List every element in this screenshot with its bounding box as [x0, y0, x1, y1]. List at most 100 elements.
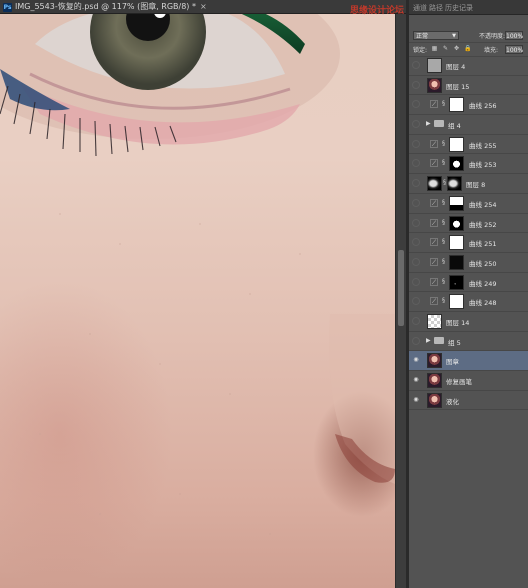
- layer-group-row[interactable]: ▶ 组 4: [409, 115, 528, 135]
- expand-arrow-icon[interactable]: ▶: [426, 120, 431, 127]
- curves-adjustment-icon: ⟋: [430, 238, 438, 247]
- layer-thumbnail[interactable]: [427, 58, 442, 73]
- expand-arrow-icon[interactable]: ▶: [426, 337, 431, 344]
- layer-row[interactable]: ⟋ § 曲线 255: [409, 135, 528, 155]
- layer-mask-thumbnail[interactable]: [449, 215, 464, 231]
- layer-name: 组 5: [448, 338, 461, 347]
- eye-icon[interactable]: ◉: [412, 376, 420, 384]
- layer-row[interactable]: ⟋ § 曲线 253: [409, 154, 528, 175]
- link-icon[interactable]: §: [442, 219, 445, 226]
- folder-icon: [434, 120, 444, 128]
- layer-mask-thumbnail[interactable]: [449, 97, 464, 113]
- image-canvas[interactable]: [0, 14, 395, 588]
- layer-mask-thumbnail[interactable]: [449, 195, 464, 211]
- layer-row[interactable]: 图层 4: [409, 56, 528, 76]
- layer-row[interactable]: ◉ 图章: [409, 351, 528, 371]
- eye-icon[interactable]: [412, 297, 420, 306]
- layer-name: 图层 14: [446, 318, 470, 327]
- link-icon[interactable]: §: [442, 297, 445, 304]
- chevron-down-icon: ▼: [452, 33, 456, 39]
- link-icon[interactable]: §: [442, 199, 445, 206]
- photoshop-icon: Ps: [3, 2, 12, 12]
- layer-mask-thumbnail[interactable]: [449, 254, 464, 270]
- layers-list: 图层 4 图层 15 ⟋ § 曲线 256 ▶ 组 4 ⟋ § 曲线 255 ⟋ § 曲线 253 § 图层…: [409, 56, 528, 431]
- layer-row[interactable]: ⟋ § 曲线 256: [409, 95, 528, 116]
- canvas-image: [0, 14, 395, 535]
- link-icon[interactable]: §: [442, 140, 445, 147]
- layer-row[interactable]: § 图层 8: [409, 174, 528, 194]
- eye-icon[interactable]: [412, 120, 420, 129]
- eye-icon[interactable]: [412, 218, 420, 227]
- layer-mask-thumbnail[interactable]: [449, 136, 464, 152]
- layer-mask-thumbnail[interactable]: [449, 156, 464, 172]
- tab-paths[interactable]: 路径: [429, 3, 443, 13]
- layer-mask-thumbnail[interactable]: [449, 235, 464, 251]
- lock-transparent-icon[interactable]: ▦: [431, 45, 438, 52]
- eye-icon[interactable]: [412, 159, 420, 168]
- document-tab[interactable]: Ps IMG_5543-恢复的.psd @ 117% (图章, RGB/8) * ×: [0, 0, 406, 14]
- eye-icon[interactable]: [412, 61, 420, 69]
- layer-row[interactable]: ⟋ § 曲线 251: [409, 233, 528, 253]
- layer-row[interactable]: 图层 14: [409, 312, 528, 332]
- layer-name: 修复画笔: [446, 378, 472, 386]
- layer-row[interactable]: ◉ 液化: [409, 391, 528, 411]
- fill-input[interactable]: 100%: [505, 45, 523, 54]
- layer-row[interactable]: ⟋ § 曲线 254: [409, 194, 528, 214]
- link-icon[interactable]: §: [443, 179, 446, 186]
- layer-row[interactable]: ◉ 修复画笔: [409, 371, 528, 391]
- eye-icon[interactable]: [412, 80, 420, 89]
- eye-icon[interactable]: [412, 277, 420, 286]
- blend-mode-select[interactable]: 正常 ▼: [413, 31, 459, 40]
- eye-icon[interactable]: ◉: [412, 396, 420, 404]
- opacity-input[interactable]: 100%: [505, 31, 523, 40]
- layer-row[interactable]: ⟋ § 曲线 250: [409, 253, 528, 273]
- lock-all-icon[interactable]: 🔒: [464, 45, 471, 52]
- scrollbar-thumb[interactable]: [398, 250, 404, 326]
- layer-name: 曲线 250: [469, 259, 497, 268]
- eye-icon[interactable]: ◉: [412, 356, 420, 364]
- layer-row[interactable]: 图层 15: [409, 76, 528, 96]
- link-icon[interactable]: §: [442, 238, 445, 245]
- curves-adjustment-icon: ⟋: [430, 139, 438, 148]
- layers-panel: 通道 路径 历史记录 正常 ▼ 不透明度: 100% 锁定: ▦ ✎ ✥ 🔒 填充…: [409, 0, 528, 588]
- tab-history[interactable]: 历史记录: [445, 3, 473, 13]
- layer-row[interactable]: ⟋ § 曲线 249: [409, 273, 528, 293]
- eye-icon[interactable]: [412, 198, 420, 207]
- lock-image-icon[interactable]: ✎: [442, 45, 449, 52]
- link-icon[interactable]: §: [442, 258, 445, 265]
- eye-icon[interactable]: [412, 238, 420, 247]
- layer-name: 曲线 248: [469, 299, 497, 308]
- layer-row[interactable]: ⟋ § 曲线 252: [409, 214, 528, 234]
- eye-icon[interactable]: [412, 139, 420, 148]
- curves-adjustment-icon: ⟋: [430, 198, 438, 207]
- blend-mode-value: 正常: [416, 33, 429, 40]
- layer-thumbnail[interactable]: [427, 77, 442, 93]
- layer-mask-thumbnail[interactable]: [449, 294, 464, 310]
- layer-thumbnail[interactable]: [427, 176, 442, 192]
- layer-name: 图层 4: [446, 63, 466, 71]
- eye-icon[interactable]: [412, 100, 420, 109]
- eye-icon[interactable]: [412, 179, 420, 188]
- layer-group-row[interactable]: ▶ 组 5: [409, 332, 528, 352]
- eye-icon[interactable]: [412, 316, 420, 325]
- eye-icon[interactable]: [412, 257, 420, 266]
- curves-adjustment-icon: ⟋: [430, 100, 438, 109]
- layer-mask-thumbnail[interactable]: [447, 176, 462, 192]
- tab-channels[interactable]: 通道: [413, 3, 427, 13]
- link-icon[interactable]: §: [442, 100, 445, 107]
- lock-position-icon[interactable]: ✥: [453, 45, 460, 52]
- layer-mask-thumbnail[interactable]: [449, 274, 464, 290]
- link-icon[interactable]: §: [442, 159, 445, 166]
- layer-thumbnail[interactable]: [427, 313, 442, 329]
- layer-row[interactable]: ⟋ § 曲线 248: [409, 292, 528, 312]
- layer-thumbnail[interactable]: [427, 373, 442, 388]
- layer-thumbnail[interactable]: [427, 392, 442, 408]
- panel-empty-area: [409, 412, 528, 588]
- close-icon[interactable]: ×: [200, 2, 207, 11]
- layer-thumbnail[interactable]: [427, 353, 442, 369]
- lock-label: 锁定:: [413, 47, 428, 54]
- layer-name: 图层 15: [446, 82, 470, 91]
- layer-name: 图章: [446, 358, 459, 367]
- eye-icon[interactable]: [412, 336, 420, 345]
- link-icon[interactable]: §: [442, 278, 445, 285]
